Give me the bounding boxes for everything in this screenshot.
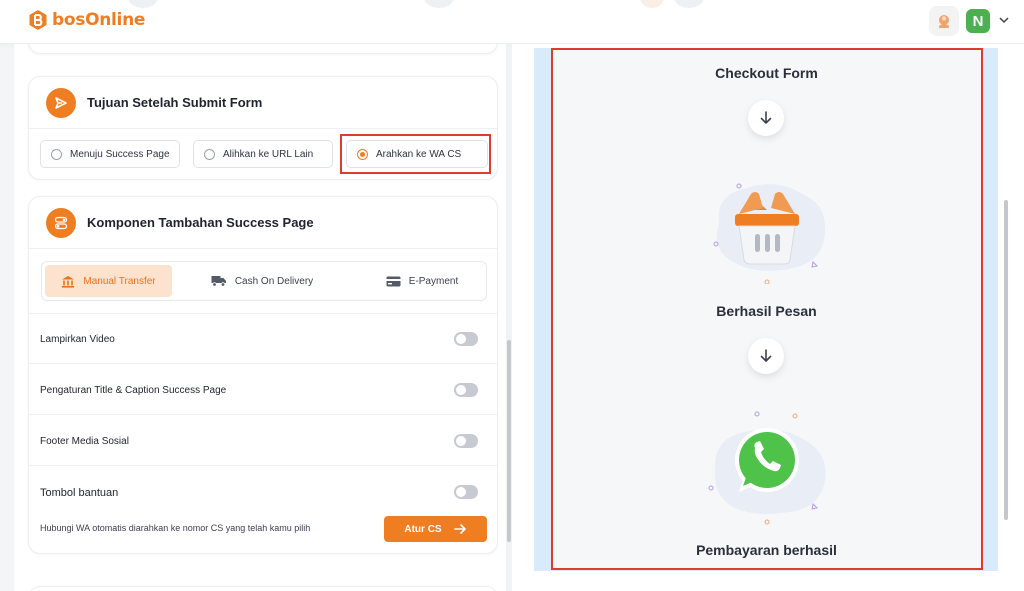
settings-scrollbar-thumb[interactable] [507,340,511,542]
faded-decoration [424,0,454,8]
radio-alihkan-url[interactable]: Alihkan ke URL Lain [193,140,333,168]
tab-label: Manual Transfer [83,275,156,287]
radio-label: Alihkan ke URL Lain [223,148,314,160]
highlight-box-preview [551,48,983,570]
toggle-footer-media-sosial[interactable] [454,434,478,448]
help-text: Hubungi WA otomatis diarahkan ke nomor C… [40,523,311,533]
setting-label: Tombol bantuan [40,487,119,499]
notification-button[interactable] [929,6,959,36]
credit-card-icon [386,276,401,286]
radio-label: Menuju Success Page [70,148,170,160]
radio-circle [51,148,62,160]
payment-tabs: Manual Transfer Cash On Delivery E-Payme… [41,261,487,301]
previous-card [28,44,498,54]
bank-icon [62,275,75,288]
tab-cash-on-delivery[interactable]: Cash On Delivery [202,265,322,297]
toggle-title-caption[interactable] [454,383,478,397]
bosonline-logo-icon [29,10,47,30]
komponen-success-card: Komponen Tambahan Success Page Manual Tr… [28,196,498,554]
app-logo[interactable]: bosOnline [28,9,145,31]
notification-avatar-icon [939,15,949,28]
chevron-down-icon[interactable] [998,14,1010,26]
toggles-icon [46,208,76,238]
setting-row-lampirkan-video: Lampirkan Video [29,313,497,363]
radio-menuju-success-page[interactable]: Menuju Success Page [40,140,180,168]
setting-label: Footer Media Sosial [40,436,129,447]
arrow-right-icon [453,524,466,534]
logo-text: bosOnline [52,10,146,30]
card-header: Tujuan Setelah Submit Form [29,77,497,129]
preview-scrollbar-thumb[interactable] [1004,200,1008,520]
user-avatar[interactable]: N [966,9,990,33]
send-icon [46,88,76,118]
next-card [28,586,498,591]
card-header: Komponen Tambahan Success Page [29,197,497,249]
tab-manual-transfer[interactable]: Manual Transfer [45,265,172,297]
radio-circle [204,148,215,160]
tab-e-payment[interactable]: E-Payment [362,265,482,297]
tab-label: E-Payment [408,275,459,287]
button-label: Atur CS [404,523,442,535]
setting-label: Pengaturan Title & Caption Success Page [40,385,227,396]
highlight-box-wa-cs [340,134,491,174]
atur-cs-button[interactable]: Atur CS [384,516,487,542]
setting-row-title-caption: Pengaturan Title & Caption Success Page [29,363,497,414]
faded-decoration [674,0,704,8]
settings-panel: Tujuan Setelah Submit Form Menuju Succes… [14,44,516,591]
faded-decoration [128,0,158,8]
toggle-tombol-bantuan[interactable] [454,485,478,499]
top-bar: bosOnline N [0,0,1024,44]
truck-icon [211,276,226,287]
setting-label: Lampirkan Video [40,334,115,345]
setting-row-footer-media-sosial: Footer Media Sosial [29,414,497,465]
tab-label: Cash On Delivery [234,275,314,287]
toggle-lampirkan-video[interactable] [454,332,478,346]
card-title: Tujuan Setelah Submit Form [87,95,263,110]
card-title: Komponen Tambahan Success Page [87,215,314,230]
faded-decoration [640,0,664,8]
